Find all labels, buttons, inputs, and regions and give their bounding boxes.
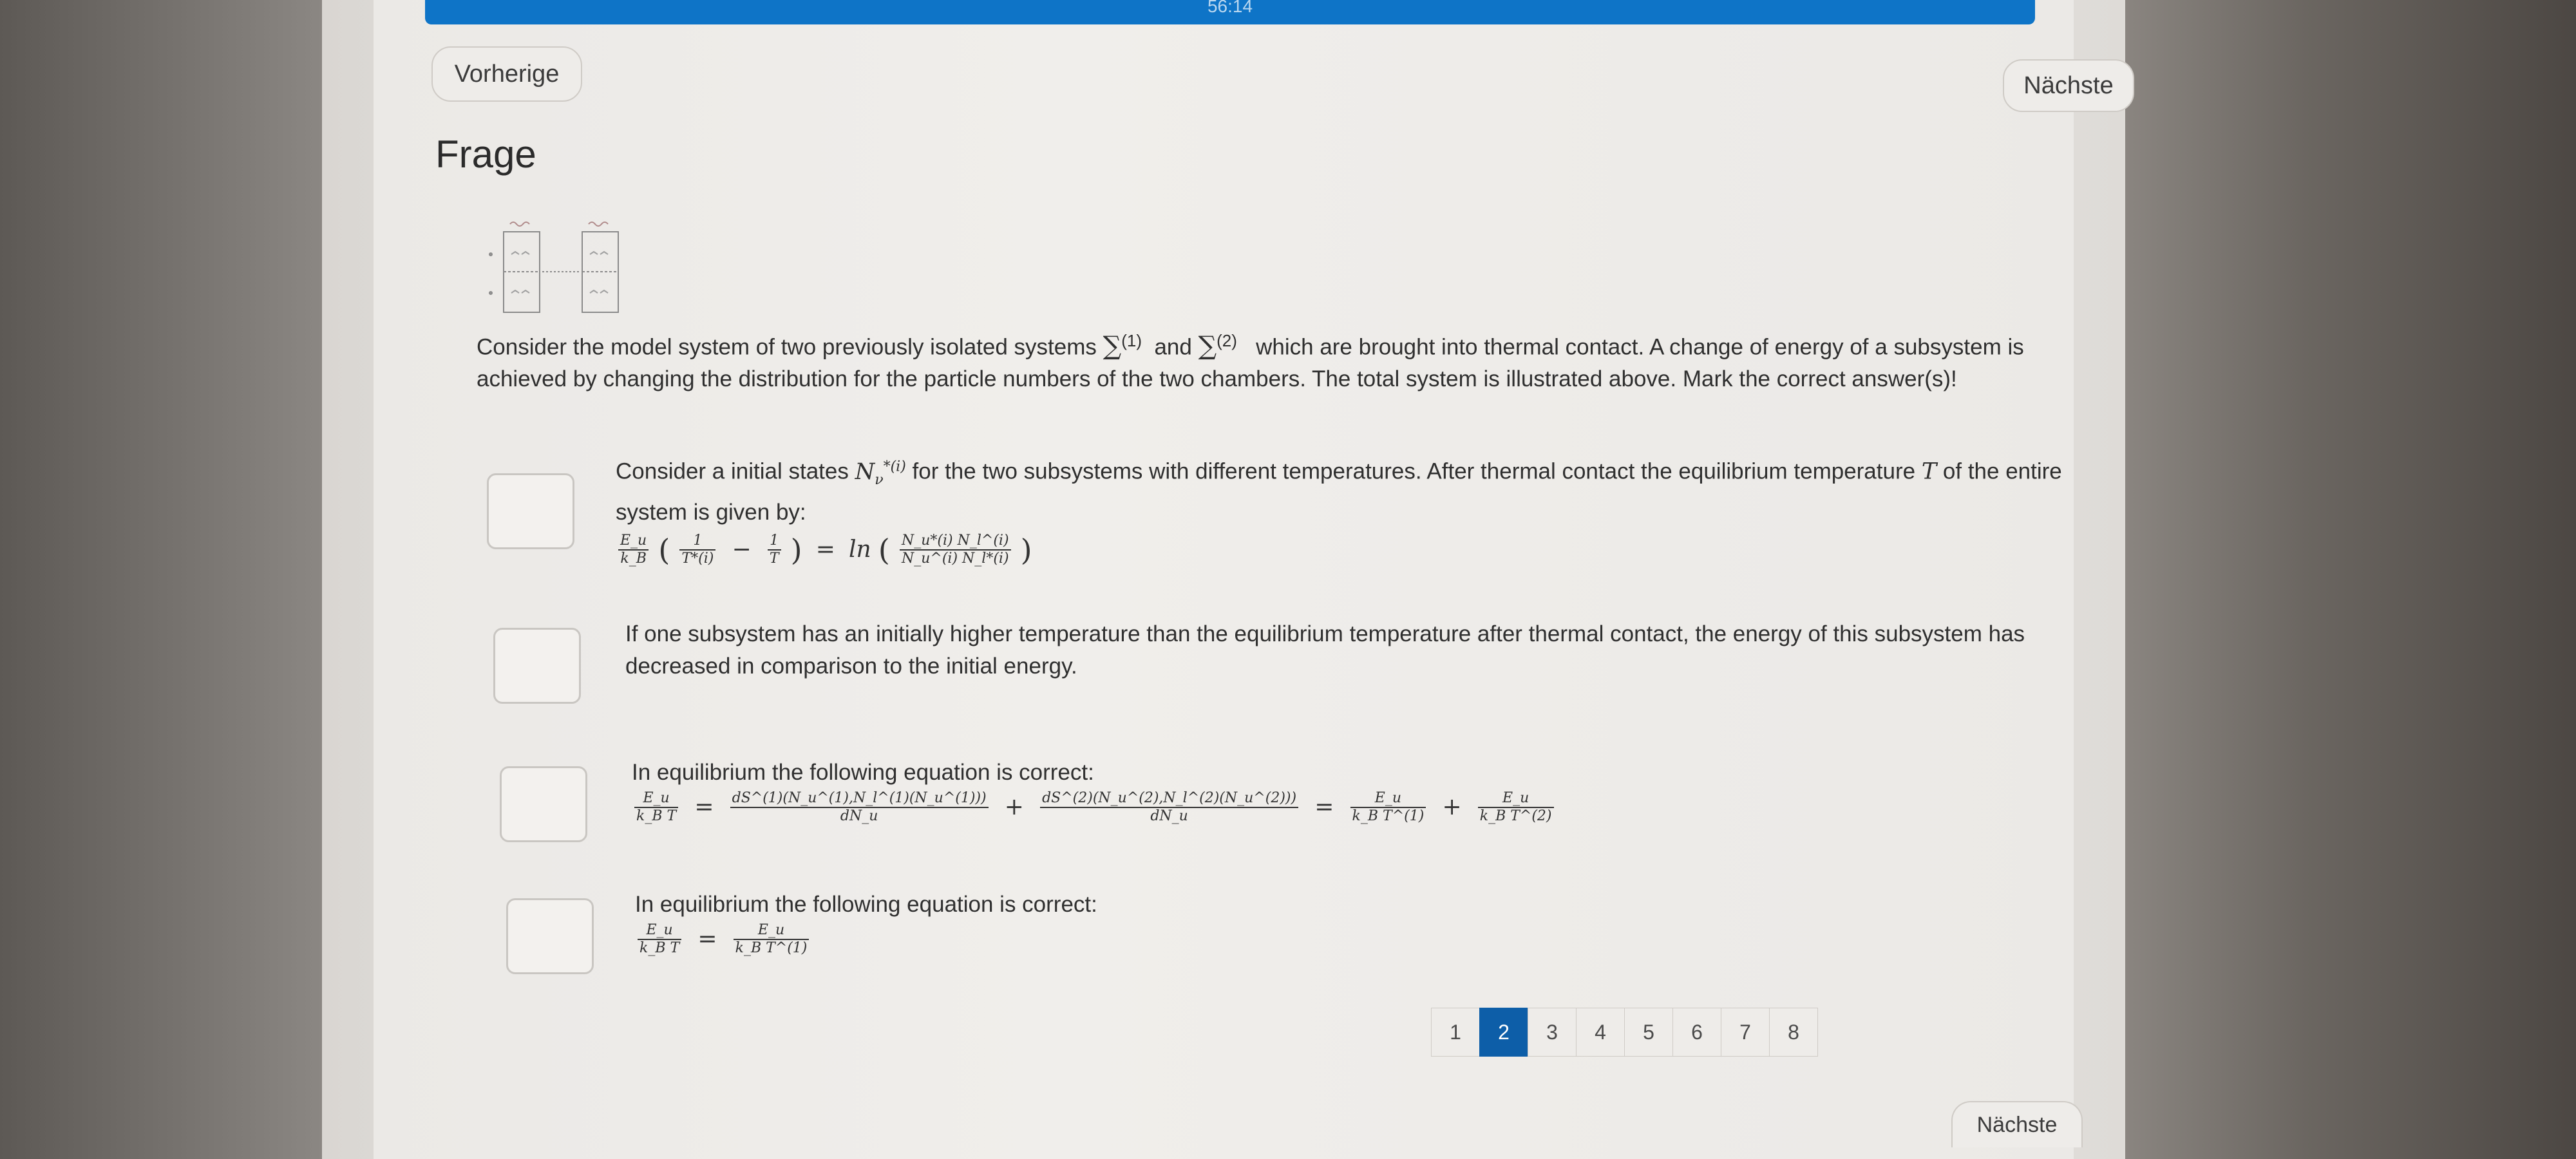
option-2-text: If one subsystem has an initially higher… <box>625 621 2025 679</box>
option-1-text: Consider a initial states Nν*(i) for the… <box>616 451 2110 567</box>
answer-checkbox-4[interactable] <box>506 898 594 974</box>
monitor-bezel-left <box>0 0 322 1159</box>
previous-button[interactable]: Vorherige <box>431 46 582 102</box>
page-1-button[interactable]: 1 <box>1431 1008 1480 1057</box>
option-4-formula: E_u k_B T = E_u k_B T^(1) <box>635 922 2116 957</box>
page-3-button[interactable]: 3 <box>1528 1008 1577 1057</box>
two-chamber-diagram <box>489 221 619 313</box>
page-7-button[interactable]: 7 <box>1721 1008 1770 1057</box>
page-6-button[interactable]: 6 <box>1672 1008 1721 1057</box>
timer-text: 56:14 <box>1207 0 1253 16</box>
question-heading: Frage <box>435 133 536 176</box>
question-part1: Consider the model system of two previou… <box>477 334 1097 360</box>
page-5-button[interactable]: 5 <box>1624 1008 1673 1057</box>
question-and: and <box>1154 334 1192 360</box>
option-3-label: In equilibrium the following equation is… <box>632 760 1094 785</box>
answer-checkbox-1[interactable] <box>487 473 574 549</box>
option-1-text-before: Consider a initial states <box>616 458 849 484</box>
sigma-2-sup: (2) <box>1217 331 1237 350</box>
option-1-formula: E_u k_B ( 1 T*(i) − 1T ) = ln ( N_u*(i) N_… <box>616 532 2110 567</box>
sigma-1-symbol: ∑ <box>1103 331 1122 361</box>
quiz-card: 56:14 Vorherige Nächste Frage Consider t… <box>374 0 2134 1159</box>
screen: 56:14 Vorherige Nächste Frage Consider t… <box>322 0 2134 1159</box>
page-4-button[interactable]: 4 <box>1576 1008 1625 1057</box>
monitor-bezel-right <box>2125 0 2576 1159</box>
answer-checkbox-2[interactable] <box>493 628 581 704</box>
option-1-temp-symbol: T <box>1921 458 1937 485</box>
option-3-text: In equilibrium the following equation is… <box>632 757 2113 825</box>
option-3-formula: E_u k_B T = dS^(1)(N_u^(1),N_l^(1)(N_u^(1… <box>632 790 2113 825</box>
page-8-button[interactable]: 8 <box>1769 1008 1818 1057</box>
option-4-label: In equilibrium the following equation is… <box>635 892 1097 917</box>
page-2-button[interactable]: 2 <box>1479 1008 1528 1057</box>
option-1-symbol: Nν*(i) <box>855 458 906 488</box>
option-1-text-middle: for the two subsystems with different te… <box>912 458 1916 484</box>
sigma-1-sup: (1) <box>1121 331 1142 350</box>
timer-bar: 56:14 <box>425 0 2035 24</box>
sigma-2-symbol: ∑ <box>1198 331 1217 361</box>
option-4-text: In equilibrium the following equation is… <box>635 889 2116 957</box>
answer-checkbox-3[interactable] <box>500 766 587 842</box>
next-button[interactable]: Nächste <box>2003 59 2134 112</box>
question-text: Consider the model system of two previou… <box>477 325 2119 395</box>
next-button-bottom[interactable]: Nächste <box>1951 1101 2083 1147</box>
pagination: 1 2 3 4 5 6 7 8 <box>1431 1008 1818 1057</box>
